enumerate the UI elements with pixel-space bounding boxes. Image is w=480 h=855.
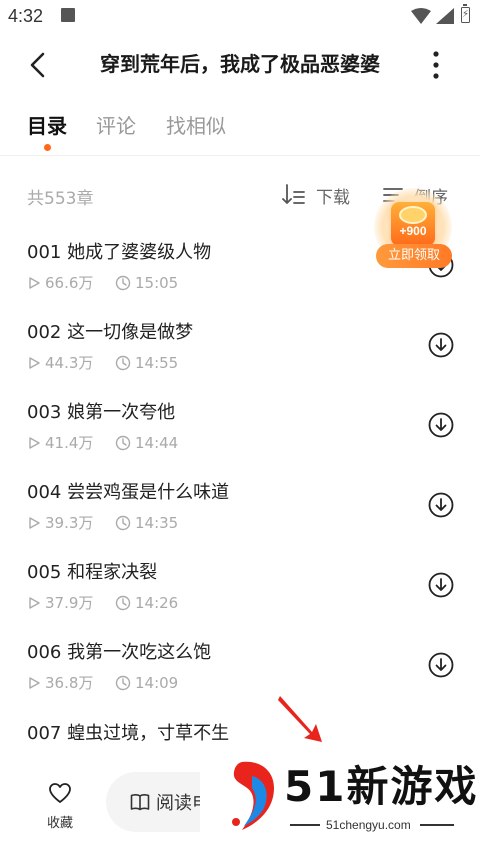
download-chapter-icon[interactable]: [428, 412, 454, 438]
reward-amount: +900: [399, 224, 427, 238]
watermark-brand: 51新游戏: [284, 762, 479, 811]
status-time: 4:32: [8, 6, 44, 26]
chapter-item[interactable]: 003 娘第一次夸他 41.4万 14:44: [0, 400, 480, 480]
chapter-title: 003 娘第一次夸他: [27, 402, 176, 423]
chapter-stats: 44.3万 14:55: [27, 352, 178, 373]
tab-catalog[interactable]: 目录: [27, 112, 67, 140]
watermark-underline-left: [290, 824, 320, 826]
chapter-title: 001 她成了婆婆级人物: [27, 242, 212, 263]
chapter-stats: 37.9万 14:26: [27, 592, 178, 613]
watermark-underline-right: [420, 824, 454, 826]
play-icon: [29, 276, 40, 289]
clock-icon: [115, 355, 131, 370]
play-icon: [29, 436, 40, 449]
chapter-views: 37.9万: [45, 594, 94, 612]
chapter-item[interactable]: 004 尝尝鸡蛋是什么味道 39.3万 14:35: [0, 480, 480, 560]
clock-icon: [115, 675, 131, 690]
chapter-time: 14:26: [135, 593, 179, 612]
play-icon: [29, 676, 40, 689]
chapter-time: 14:35: [135, 513, 179, 532]
chapter-stats: 39.3万 14:35: [27, 512, 178, 533]
header: 穿到荒年后，我成了极品恶婆婆: [0, 34, 480, 96]
page-title: 穿到荒年后，我成了极品恶婆婆: [100, 52, 380, 76]
chapter-time: 14:09: [135, 673, 179, 692]
chapter-time: 14:55: [135, 353, 179, 372]
download-chapter-icon[interactable]: [428, 572, 454, 598]
heart-icon: [49, 783, 71, 803]
favorite-button[interactable]: 收藏: [40, 782, 80, 832]
favorite-label: 收藏: [46, 816, 73, 831]
tab-bar: 目录 评论 找相似: [0, 104, 480, 156]
download-chapter-icon[interactable]: [428, 492, 454, 518]
clock-icon: [115, 435, 131, 450]
tab-find-similar[interactable]: 找相似: [166, 112, 226, 140]
chapter-title: 005 和程家决裂: [27, 562, 158, 583]
signal-icon: [436, 8, 454, 24]
claim-now-button[interactable]: 立即领取: [376, 244, 452, 268]
chapter-title: 002 这一切像是做梦: [27, 322, 194, 343]
chapter-views: 44.3万: [45, 354, 94, 372]
back-arrow-icon[interactable]: [24, 50, 54, 80]
clock-icon: [115, 595, 131, 610]
notification-icon: [61, 8, 75, 22]
watermark-logo-icon: [232, 761, 274, 830]
clock-icon: [115, 275, 131, 290]
status-bar: 4:32 ⚡: [0, 0, 480, 34]
chapter-count: 共553章: [27, 189, 94, 209]
clock-icon: [115, 515, 131, 530]
chapter-views: 36.8万: [45, 674, 94, 692]
chapter-title: 004 尝尝鸡蛋是什么味道: [27, 482, 230, 503]
chapter-stats: 66.6万 15:05: [27, 272, 178, 293]
download-chapter-icon[interactable]: [428, 652, 454, 678]
book-icon: [130, 794, 150, 811]
chapter-title: 006 我第一次吃这么饱: [27, 642, 212, 663]
chapter-views: 39.3万: [45, 514, 94, 532]
play-icon: [29, 356, 40, 369]
active-tab-indicator: [44, 144, 51, 151]
download-label: 下载: [316, 187, 350, 208]
chapter-item[interactable]: 005 和程家决裂 37.9万 14:26: [0, 560, 480, 640]
reward-promo-badge[interactable]: +900 立即领取: [372, 188, 454, 272]
site-watermark: 51新游戏 51chengyu.com: [200, 754, 480, 855]
play-icon: [29, 596, 40, 609]
chapter-time: 14:44: [135, 433, 179, 452]
chapter-stats: 41.4万 14:44: [27, 432, 178, 453]
watermark-url: 51chengyu.com: [326, 818, 411, 832]
sort-download-icon: [282, 184, 305, 204]
chapter-time: 15:05: [135, 273, 179, 292]
play-icon: [29, 516, 40, 529]
download-chapter-icon[interactable]: [428, 332, 454, 358]
chapter-stats: 36.8万 14:09: [27, 672, 178, 693]
battery-icon: ⚡: [461, 4, 470, 23]
more-options-icon[interactable]: [424, 48, 448, 82]
chapter-views: 66.6万: [45, 274, 94, 292]
red-arrow-annotation: [278, 696, 322, 742]
chapter-title: 007 蝗虫过境，寸草不生: [27, 723, 230, 744]
chapter-item[interactable]: 002 这一切像是做梦 44.3万 14:55: [0, 320, 480, 400]
download-button[interactable]: 下载: [282, 182, 350, 208]
chapter-views: 41.4万: [45, 434, 94, 452]
tab-comments[interactable]: 评论: [96, 112, 136, 140]
wifi-icon: [411, 8, 431, 24]
chapter-item[interactable]: 006 我第一次吃这么饱 36.8万 14:09: [0, 640, 480, 720]
